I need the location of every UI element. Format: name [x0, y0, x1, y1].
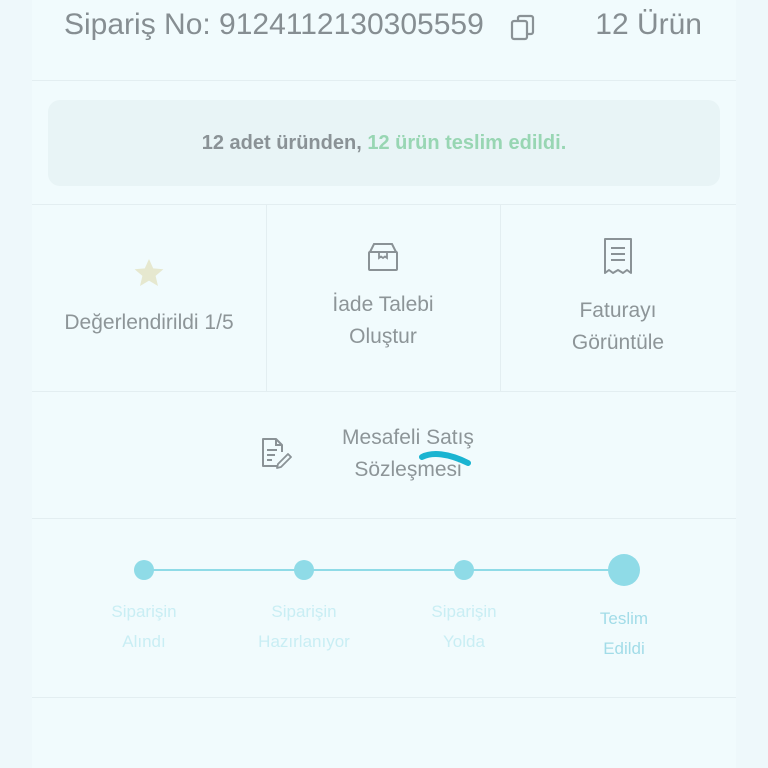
step-delivered-line1: Teslim — [599, 609, 649, 628]
star-icon — [134, 259, 164, 286]
invoice-label-line2: Görüntüle — [571, 331, 665, 354]
order-tracking: Siparişin Alındı Siparişin Hazırlanıyor … — [32, 519, 736, 698]
step-dot-shipping — [454, 560, 474, 580]
copy-icon[interactable] — [508, 12, 538, 42]
contract-label: Mesafeli Satış Sözleşmesi — [308, 422, 508, 486]
banner-delivered-text: 12 ürün teslim edildi. — [367, 132, 567, 154]
step-delivered: Teslim Edildi — [554, 604, 694, 664]
touch-mark — [419, 451, 471, 466]
step-dot-delivered — [608, 554, 640, 586]
step-preparing: Siparişin Hazırlanıyor — [234, 597, 374, 657]
order-number: Sipariş No: 9124112130305559 — [64, 8, 484, 41]
step-delivered-line2: Edildi — [603, 639, 645, 658]
rating-action[interactable]: Değerlendirildi 1/5 — [32, 205, 267, 391]
step-preparing-line1: Siparişin — [271, 602, 337, 621]
step-dot-preparing — [294, 560, 314, 580]
step-shipping-line2: Yolda — [443, 632, 485, 651]
order-detail-card: Sipariş No: 9124112130305559 12 Ürün 12 … — [32, 0, 736, 768]
order-actions: Değerlendirildi 1/5 İade Talebi Oluştur — [32, 204, 736, 392]
invoice-icon — [604, 238, 632, 274]
return-label-line1: İade Talebi — [332, 293, 434, 316]
rating-label: Değerlendirildi 1/5 — [64, 311, 234, 334]
view-invoice-label: Faturayı Görüntüle — [500, 295, 736, 359]
return-label-line2: Oluştur — [349, 325, 417, 348]
step-received: Siparişin Alındı — [74, 597, 214, 657]
step-preparing-line2: Hazırlanıyor — [258, 632, 350, 651]
tracking-line — [144, 569, 624, 571]
delivery-status-banner: 12 adet üründen, 12 ürün teslim edildi. — [48, 100, 720, 186]
return-box-icon — [368, 243, 398, 271]
order-header: Sipariş No: 9124112130305559 12 Ürün — [32, 0, 736, 81]
invoice-label-line1: Faturayı — [579, 299, 657, 322]
contract-label-line1: Mesafeli Satış — [342, 426, 474, 449]
step-shipping: Siparişin Yolda — [394, 597, 534, 657]
distance-sales-contract[interactable]: Mesafeli Satış Sözleşmesi — [32, 390, 736, 519]
banner-prefix: 12 adet üründen, — [201, 132, 368, 154]
document-edit-icon — [262, 438, 292, 469]
view-invoice-action[interactable]: Faturayı Görüntüle — [500, 205, 736, 391]
return-request-action[interactable]: İade Talebi Oluştur — [266, 205, 501, 391]
return-request-label: İade Talebi Oluştur — [266, 289, 500, 353]
item-count: 12 Ürün — [595, 8, 702, 41]
step-received-line2: Alındı — [122, 632, 166, 651]
step-dot-received — [134, 560, 154, 580]
step-shipping-line1: Siparişin — [431, 602, 497, 621]
step-received-line1: Siparişin — [111, 602, 177, 621]
